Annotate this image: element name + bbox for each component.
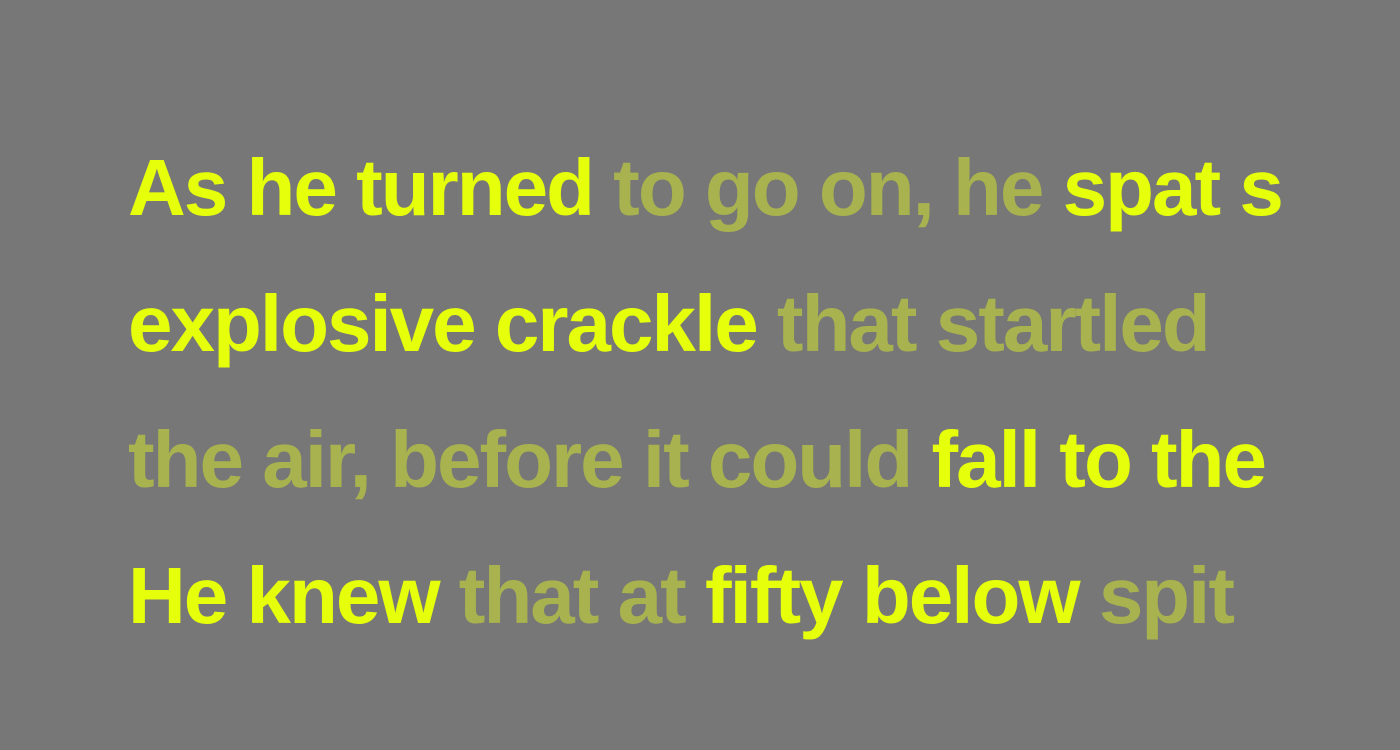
text-segment: He knew	[128, 551, 459, 640]
text-segment: fall to the	[931, 415, 1267, 504]
text-line-1: As he turned to go on, he spat s	[128, 120, 1400, 256]
text-line-3: the air, before it could fall to the	[128, 392, 1400, 528]
text-segment: that at	[458, 551, 706, 640]
text-segment: to go on, he	[613, 143, 1063, 232]
text-segment: As he turned	[128, 143, 614, 232]
text-segment: explosive crackle	[128, 279, 777, 368]
text-segment: that startled	[776, 279, 1211, 368]
text-segment: fifty below	[705, 551, 1099, 640]
text-segment: spat s	[1062, 143, 1284, 232]
text-segment: spit	[1098, 551, 1235, 640]
highlighted-text-block: As he turned to go on, he spat s explosi…	[128, 120, 1400, 664]
text-line-2: explosive crackle that startled	[128, 256, 1400, 392]
text-segment: the air, before it could	[128, 415, 932, 504]
text-line-4: He knew that at fifty below spit	[128, 528, 1400, 664]
